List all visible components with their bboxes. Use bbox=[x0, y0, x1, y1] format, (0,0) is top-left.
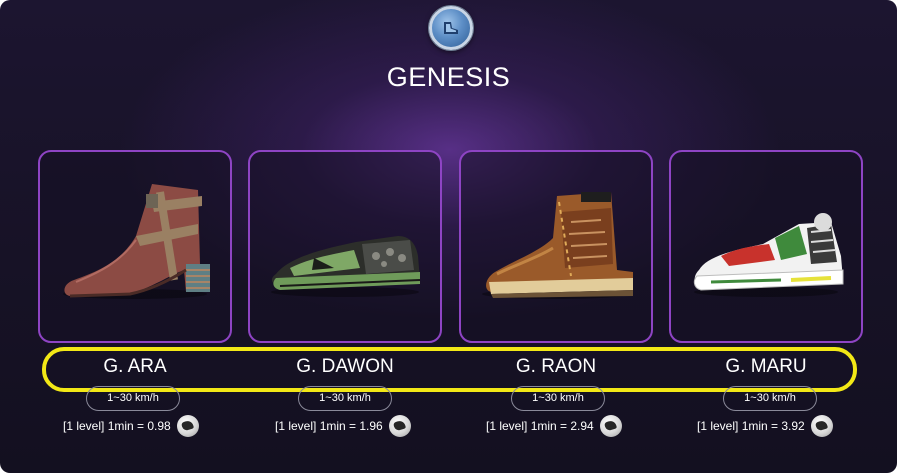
shoe-card-ara[interactable] bbox=[38, 150, 232, 343]
shoe-card-maru[interactable] bbox=[669, 150, 863, 343]
coin-icon[interactable] bbox=[176, 415, 199, 437]
shoe-name-raon: G. RAON bbox=[515, 356, 597, 377]
coin-icon[interactable] bbox=[810, 415, 833, 437]
white-sneaker-image bbox=[693, 213, 844, 297]
shoe-card-dawon[interactable] bbox=[248, 150, 442, 343]
shoe-name-ara: G. ARA bbox=[103, 356, 167, 377]
earn-rate-raon: [1 level] 1min = 2.94 bbox=[486, 414, 622, 438]
genesis-panel: GENESIS G. ARA G. DAWON G. RAON G. MARU … bbox=[0, 0, 897, 473]
speed-badge-ara: 1~30 km/h bbox=[86, 386, 180, 411]
tan-work-boot-image bbox=[482, 192, 633, 299]
brown-ankle-boot-image bbox=[63, 184, 210, 299]
speed-badge-dawon: 1~30 km/h bbox=[298, 386, 392, 411]
speed-badge-maru: 1~30 km/h bbox=[723, 386, 817, 411]
earn-rate-label: [1 level] 1min = 2.94 bbox=[486, 419, 594, 433]
page-title: GENESIS bbox=[386, 62, 511, 92]
earn-rate-label: [1 level] 1min = 1.96 bbox=[275, 419, 383, 433]
shoe-badge-icon bbox=[429, 6, 473, 50]
speed-badge-raon: 1~30 km/h bbox=[511, 386, 605, 411]
earn-rate-label: [1 level] 1min = 3.92 bbox=[697, 419, 805, 433]
shoe-name-maru: G. MARU bbox=[725, 356, 807, 377]
earn-rate-ara: [1 level] 1min = 0.98 bbox=[63, 414, 199, 438]
coin-icon[interactable] bbox=[599, 415, 622, 437]
earn-rate-dawon: [1 level] 1min = 1.96 bbox=[275, 414, 411, 438]
green-slip-on-image bbox=[271, 236, 421, 297]
earn-rate-maru: [1 level] 1min = 3.92 bbox=[697, 414, 833, 438]
coin-icon[interactable] bbox=[388, 415, 411, 437]
shoe-card-raon[interactable] bbox=[459, 150, 653, 343]
shoe-name-dawon: G. DAWON bbox=[296, 356, 394, 377]
earn-rate-label: [1 level] 1min = 0.98 bbox=[63, 419, 171, 433]
